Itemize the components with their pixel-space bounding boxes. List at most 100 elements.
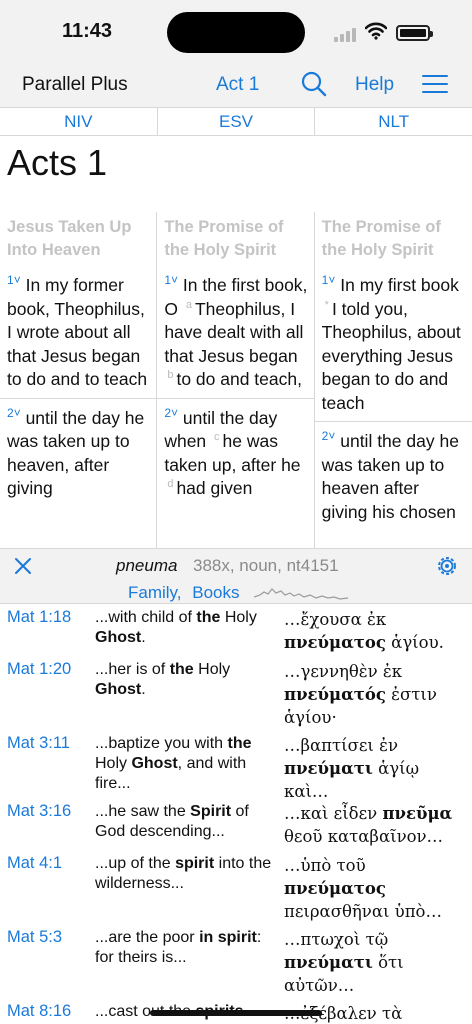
help-button[interactable]: Help bbox=[355, 74, 394, 96]
snippet-text: …πτωχοὶ τῷ bbox=[284, 930, 389, 949]
highlighted-word: spirit bbox=[175, 855, 215, 872]
highlighted-word: the bbox=[196, 609, 221, 626]
chevron-down-icon[interactable]: ˅ bbox=[171, 273, 178, 287]
footnote-marker[interactable]: c bbox=[214, 431, 220, 443]
section-heading: The Promise of the Holy Spirit bbox=[164, 218, 284, 259]
result-row[interactable]: Mat 3:16 ...he saw the Spirit of God desc… bbox=[0, 798, 472, 850]
search-icon[interactable] bbox=[300, 70, 328, 98]
chevron-down-icon[interactable]: ˅ bbox=[14, 273, 21, 287]
verse[interactable]: 1˅ In the first book, O a Theophilus, I h… bbox=[164, 266, 307, 398]
footnote-marker[interactable]: * bbox=[325, 299, 329, 311]
lexicon-bar: pneuma 388x, noun, nt4151 Family, Books bbox=[0, 548, 472, 604]
footnote-marker[interactable]: b bbox=[167, 369, 173, 381]
highlighted-word: πνεύματος bbox=[284, 879, 386, 898]
verse-number[interactable]: 1 bbox=[7, 273, 14, 287]
highlighted-word: πνεύματι bbox=[284, 953, 373, 972]
verse-number[interactable]: 2 bbox=[164, 406, 171, 420]
verse-reference-link[interactable]: Mat 8:16 bbox=[7, 1002, 71, 1021]
chevron-down-icon[interactable]: ˅ bbox=[328, 273, 335, 287]
snippet-text: ...baptize you with bbox=[95, 735, 228, 752]
snippet-text: ...her is of bbox=[95, 661, 170, 678]
verse[interactable]: 2˅ until the day he was taken up to heav… bbox=[7, 399, 150, 507]
tab-nlt[interactable]: NLT bbox=[315, 108, 472, 135]
status-bar: 11:43 bbox=[0, 0, 472, 60]
wifi-icon bbox=[365, 22, 387, 40]
highlighted-word: the bbox=[227, 735, 252, 752]
verse-reference-link[interactable]: Mat 1:18 bbox=[7, 608, 71, 627]
verse-text: I told you, Theophilus, about everything… bbox=[321, 298, 461, 413]
english-snippet: ...he saw the Spirit of God descending..… bbox=[95, 802, 275, 842]
gear-icon[interactable] bbox=[436, 555, 458, 577]
english-snippet: ...with child of the Holy Ghost. bbox=[95, 608, 275, 648]
footnote-marker[interactable]: d bbox=[167, 478, 173, 490]
english-snippet: ...up of the spirit into the wilderness.… bbox=[95, 854, 275, 894]
greek-snippet: …ἔχουσα ἐκ πνεύματος ἁγίου. bbox=[284, 608, 468, 654]
books-link[interactable]: Books bbox=[192, 583, 239, 602]
result-row[interactable]: Mat 4:1 ...up of the spirit into the wild… bbox=[0, 850, 472, 924]
family-link[interactable]: Family, bbox=[128, 583, 182, 602]
home-indicator bbox=[150, 1010, 322, 1016]
snippet-text: πειρασθῆναι ὑπὸ… bbox=[284, 902, 442, 921]
highlighted-word: Ghost bbox=[131, 755, 178, 772]
greek-snippet: …ὑπὸ τοῦ πνεύματος πειρασθῆναι ὑπὸ… bbox=[284, 854, 468, 923]
result-row[interactable]: Mat 1:20 ...her is of the Holy Ghost. …γεν… bbox=[0, 656, 472, 730]
chapter-title: Acts 1 bbox=[7, 142, 108, 183]
verse-text: In my first book bbox=[340, 275, 459, 295]
dynamic-island bbox=[167, 12, 305, 53]
snippet-text: …γεννηθὲν ἐκ bbox=[284, 662, 403, 681]
verse-text: until the day he was taken up to heaven … bbox=[321, 431, 459, 522]
tab-niv[interactable]: NIV bbox=[0, 108, 158, 135]
chevron-down-icon[interactable]: ˅ bbox=[328, 429, 335, 443]
verse-reference-link[interactable]: Mat 5:3 bbox=[7, 928, 62, 947]
chapter-selector-button[interactable]: Act 1 bbox=[216, 74, 259, 96]
verse-number[interactable]: 1 bbox=[164, 273, 171, 287]
lexicon-word: pneuma bbox=[116, 556, 178, 575]
verse-text: until the day he was taken up to heaven,… bbox=[7, 407, 145, 499]
highlighted-word: Ghost bbox=[95, 629, 142, 646]
highlighted-word: Ghost bbox=[95, 681, 142, 698]
hamburger-menu-icon[interactable] bbox=[422, 75, 448, 93]
tab-esv[interactable]: ESV bbox=[158, 108, 316, 135]
verse[interactable]: 1˅ In my former book, Theophilus, I wrot… bbox=[7, 266, 150, 398]
close-icon[interactable] bbox=[14, 557, 32, 575]
result-row[interactable]: Mat 1:18 ...with child of the Holy Ghost.… bbox=[0, 604, 472, 656]
snippet-text: …ἔχουσα ἐκ bbox=[284, 610, 387, 629]
snippet-text: …καὶ εἶδεν bbox=[284, 804, 383, 823]
verse-reference-link[interactable]: Mat 3:11 bbox=[7, 734, 70, 753]
snippet-text: ...are the poor bbox=[95, 929, 200, 946]
snippet-text: Holy bbox=[95, 755, 132, 772]
english-snippet: ...are the poor in spirit: for theirs is… bbox=[95, 928, 275, 968]
verse[interactable]: 2˅ until the day when c he was taken up, … bbox=[164, 399, 307, 507]
verse-text: had given bbox=[176, 478, 253, 498]
snippet-text: Holy bbox=[220, 609, 257, 626]
footnote-marker[interactable]: a bbox=[186, 299, 192, 311]
section-heading: The Promise of the Holy Spirit bbox=[321, 218, 441, 259]
result-row[interactable]: Mat 5:3 ...are the poor in spirit: for th… bbox=[0, 924, 472, 998]
section-heading: Jesus Taken Up Into Heaven bbox=[7, 218, 132, 259]
highlighted-word: in spirit bbox=[199, 929, 257, 946]
greek-snippet: …καὶ εἶδεν πνεῦμα θεοῦ καταβαῖνον… bbox=[284, 802, 468, 848]
chevron-down-icon[interactable]: ˅ bbox=[171, 406, 178, 420]
greek-snippet: …γεννηθὲν ἐκ πνεύματός ἐστιν ἁγίου· bbox=[284, 660, 468, 729]
snippet-text: ...with child of bbox=[95, 609, 197, 626]
app-title: Parallel Plus bbox=[22, 74, 128, 95]
lexicon-links: Family, Books bbox=[128, 583, 246, 603]
version-column: The Promise of the Holy Spirit 1˅ In the … bbox=[157, 212, 315, 548]
verse[interactable]: 1˅ In my first book * I told you, Theophi… bbox=[322, 266, 466, 421]
english-snippet: ...her is of the Holy Ghost. bbox=[95, 660, 275, 700]
verse-reference-link[interactable]: Mat 3:16 bbox=[7, 802, 71, 821]
parallel-columns: Jesus Taken Up Into Heaven 1˅ In my forme… bbox=[0, 212, 472, 548]
verse-reference-link[interactable]: Mat 1:20 bbox=[7, 660, 71, 679]
highlighted-word: Spirit bbox=[190, 803, 232, 820]
verse[interactable]: 2˅ until the day he was taken up to heav… bbox=[322, 422, 466, 530]
result-row[interactable]: Mat 3:11 ...baptize you with the Holy Gho… bbox=[0, 730, 472, 801]
version-column: Jesus Taken Up Into Heaven 1˅ In my forme… bbox=[0, 212, 158, 548]
highlighted-word: πνεύματός bbox=[284, 685, 386, 704]
snippet-text: . bbox=[141, 629, 146, 646]
nav-bar: Parallel Plus Act 1 Help bbox=[0, 60, 472, 108]
highlighted-word: the bbox=[169, 661, 194, 678]
verse-number[interactable]: 2 bbox=[7, 406, 14, 420]
chevron-down-icon[interactable]: ˅ bbox=[14, 406, 21, 420]
verse-text: In my former book, Theophilus, I wrote a… bbox=[7, 275, 148, 389]
verse-reference-link[interactable]: Mat 4:1 bbox=[7, 854, 62, 873]
